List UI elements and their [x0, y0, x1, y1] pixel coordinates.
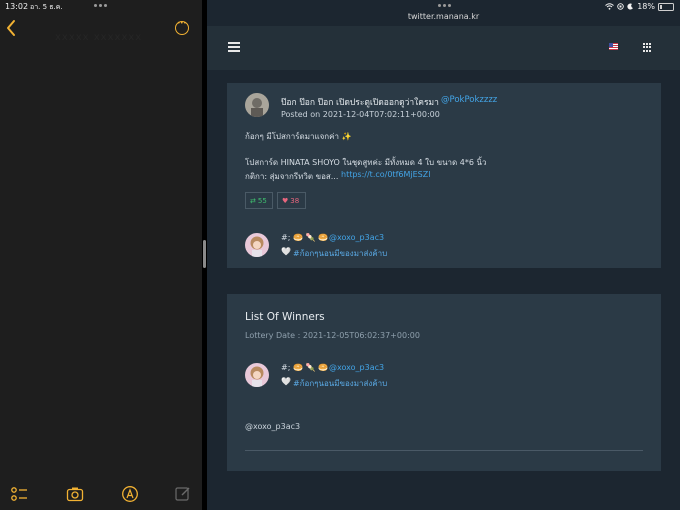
- compose-icon[interactable]: [174, 485, 192, 503]
- camera-icon[interactable]: [66, 485, 84, 503]
- tweet-link[interactable]: https://t.co/0tf6MjESZl: [341, 170, 430, 179]
- more-icon[interactable]: [175, 20, 189, 35]
- winners-card: List Of Winners Lottery Date : 2021-12-0…: [227, 294, 661, 471]
- tweet-card: ป๊อก ป๊อก ป๊อก เปิดประตูเปิดออกดูว่าใครม…: [227, 83, 661, 268]
- wifi-icon: [605, 3, 615, 10]
- reply-name: #; 🥯 🍡 🥯: [281, 233, 328, 242]
- battery-percent: 18%: [637, 2, 655, 11]
- like-count: 38: [290, 196, 300, 205]
- us-flag-icon[interactable]: [609, 43, 618, 50]
- status-icons: 18%: [605, 2, 674, 11]
- battery-icon: [658, 2, 674, 11]
- white-heart-icon: 🤍: [281, 377, 291, 386]
- user-handle-link[interactable]: @PokPokzzzz: [441, 95, 497, 105]
- status-time: 13:02: [5, 2, 29, 11]
- grid-apps-icon[interactable]: [643, 43, 652, 52]
- retweet-icon: ⇄: [250, 196, 256, 205]
- checklist-icon[interactable]: [10, 485, 28, 503]
- divider-line: [245, 450, 643, 451]
- winners-title: List Of Winners: [245, 311, 325, 323]
- url-bar[interactable]: twitter.manana.kr: [207, 12, 680, 21]
- hashtag-link[interactable]: #ก้อกๆนอนมีของมาส่งค้าบ: [293, 247, 387, 260]
- tweet-text-line: ก้อกๆ มีโปสการ์ดมาแจกค่า ✨: [245, 132, 352, 141]
- tweet-text-line: โปสการ์ด HINATA SHOYO ในชุดสูทค่ะ มีทั้ง…: [245, 158, 487, 167]
- multitask-dots-icon[interactable]: [438, 4, 451, 7]
- display-name: ป๊อก ป๊อก ป๊อก เปิดประตูเปิดออกดูว่าใครม…: [281, 98, 439, 108]
- posted-timestamp: Posted on 2021-12-04T07:02:11+00:00: [281, 110, 440, 119]
- tweet-text-line: กติกา: สุ่มจากรีทวิต ขอส...: [245, 172, 339, 181]
- site-header: [207, 26, 680, 70]
- avatar[interactable]: [245, 93, 269, 117]
- avatar[interactable]: [245, 363, 269, 387]
- notes-pane: 13:02 อา. 5 ธ.ค. xxxxx xxxxxxx: [0, 0, 202, 510]
- avatar[interactable]: [245, 233, 269, 257]
- heart-icon: ♥: [282, 196, 289, 205]
- reply-handle-link[interactable]: @xoxo_p3ac3: [329, 233, 384, 242]
- hamburger-menu-icon[interactable]: [228, 42, 240, 52]
- retweet-count: 55: [257, 196, 267, 205]
- lottery-date: Lottery Date : 2021-12-05T06:02:37+00:00: [245, 331, 420, 340]
- like-count-button[interactable]: ♥ 38: [277, 192, 306, 209]
- multitask-dots-icon[interactable]: [94, 4, 107, 7]
- markup-icon[interactable]: [121, 485, 139, 503]
- winner-name: #; 🥯 🍡 🥯: [281, 363, 328, 372]
- white-heart-icon: 🤍: [281, 247, 291, 256]
- moon-icon: [627, 3, 634, 10]
- winner-handle-link[interactable]: @xoxo_p3ac3: [329, 363, 384, 372]
- chevron-left-icon[interactable]: [4, 18, 18, 38]
- status-date: อา. 5 ธ.ค.: [30, 3, 63, 11]
- hashtag-link[interactable]: #ก้อกๆนอนมีของมาส่งค้าบ: [293, 377, 387, 390]
- orientation-lock-icon: [617, 3, 624, 10]
- winner-handle-text: @xoxo_p3ac3: [245, 422, 301, 431]
- retweet-count-button[interactable]: ⇄ 55: [245, 192, 273, 209]
- note-title: xxxxx xxxxxxx: [55, 32, 143, 43]
- split-drag-handle[interactable]: [203, 240, 206, 268]
